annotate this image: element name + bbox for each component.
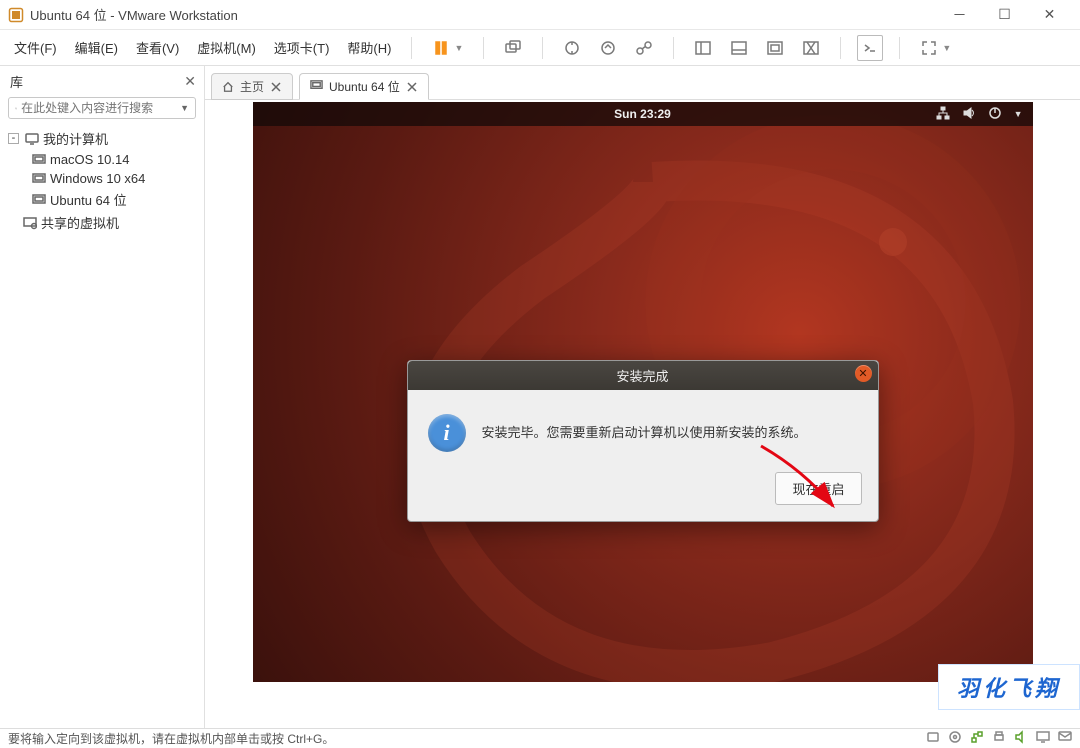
sidebar-search[interactable]: ▼ bbox=[8, 97, 196, 119]
status-cd-icon[interactable] bbox=[948, 730, 962, 747]
status-bar: 要将输入定向到该虚拟机，请在虚拟机内部单击或按 Ctrl+G。 bbox=[0, 728, 1080, 748]
status-display-icon[interactable] bbox=[1036, 730, 1050, 747]
sidebar-title: 库 bbox=[10, 72, 184, 91]
status-network-icon[interactable] bbox=[970, 730, 984, 747]
status-message-icon[interactable] bbox=[1058, 730, 1072, 747]
power-icon[interactable] bbox=[988, 106, 1002, 123]
tab-vm-ubuntu[interactable]: Ubuntu 64 位 bbox=[299, 73, 429, 100]
tree-vm-macos[interactable]: macOS 10.14 bbox=[4, 150, 200, 169]
window-maximize-button[interactable]: ☐ bbox=[982, 1, 1027, 29]
search-dropdown-icon[interactable]: ▼ bbox=[180, 103, 189, 113]
home-icon bbox=[222, 81, 234, 93]
collapse-icon[interactable]: - bbox=[8, 133, 19, 144]
manage-snapshots-icon[interactable] bbox=[631, 35, 657, 61]
dialog-message: 安装完毕。您需要重新启动计算机以使用新安装的系统。 bbox=[482, 414, 807, 441]
tree-my-computer-label: 我的计算机 bbox=[43, 129, 108, 148]
restart-now-button[interactable]: 现在重启 bbox=[775, 472, 861, 505]
tree-vm-ubuntu[interactable]: Ubuntu 64 位 bbox=[4, 188, 200, 211]
send-ctrl-alt-del-icon[interactable] bbox=[500, 35, 526, 61]
quick-switch-icon[interactable] bbox=[726, 35, 752, 61]
monitor-icon bbox=[25, 132, 39, 146]
thumbnail-icon[interactable] bbox=[798, 35, 824, 61]
menu-tabs[interactable]: 选项卡(T) bbox=[270, 34, 334, 61]
ubuntu-top-bar: Sun 23:29 ▼ bbox=[253, 102, 1033, 126]
window-minimize-button[interactable]: － bbox=[937, 1, 982, 29]
tab-home-label: 主页 bbox=[240, 78, 264, 95]
vm-icon bbox=[32, 193, 46, 207]
ubuntu-clock: Sun 23:29 bbox=[614, 107, 671, 121]
menu-bar: 文件(F) 编辑(E) 查看(V) 虚拟机(M) 选项卡(T) 帮助(H) ▼ … bbox=[0, 30, 1080, 66]
menu-file[interactable]: 文件(F) bbox=[10, 34, 61, 61]
window-close-button[interactable]: ✕ bbox=[1027, 1, 1072, 29]
watermark-corner: 羽化飞翔 bbox=[938, 664, 1080, 710]
volume-icon[interactable] bbox=[962, 106, 976, 123]
tab-home[interactable]: 主页 bbox=[211, 73, 293, 100]
vm-display-area[interactable]: Sun 23:29 ▼ 羽化飞翔 安装完成 ✕ bbox=[205, 100, 1080, 728]
menu-vm[interactable]: 虚拟机(M) bbox=[193, 34, 260, 61]
chevron-down-icon[interactable]: ▼ bbox=[1014, 109, 1023, 119]
pause-dropdown-icon[interactable]: ▼ bbox=[454, 43, 463, 53]
tree-shared-label: 共享的虚拟机 bbox=[41, 213, 119, 232]
sidebar-close-button[interactable]: ✕ bbox=[184, 73, 196, 90]
network-icon[interactable] bbox=[936, 106, 950, 123]
tree-vm-label: Windows 10 x64 bbox=[50, 171, 145, 186]
search-input[interactable] bbox=[21, 101, 176, 115]
tree-shared-vms[interactable]: 共享的虚拟机 bbox=[4, 211, 200, 234]
shared-icon bbox=[23, 216, 37, 230]
menu-edit[interactable]: 编辑(E) bbox=[71, 34, 122, 61]
search-icon bbox=[15, 102, 17, 115]
window-title: Ubuntu 64 位 - VMware Workstation bbox=[30, 5, 937, 24]
install-complete-dialog: 安装完成 ✕ i 安装完毕。您需要重新启动计算机以使用新安装的系统。 现在重启 bbox=[407, 360, 879, 522]
fullscreen-dropdown-icon[interactable]: ▼ bbox=[942, 43, 951, 53]
vm-tab-icon bbox=[310, 79, 323, 95]
menu-help[interactable]: 帮助(H) bbox=[343, 34, 395, 61]
dialog-titlebar[interactable]: 安装完成 ✕ bbox=[408, 361, 878, 390]
tree-vm-label: Ubuntu 64 位 bbox=[50, 190, 127, 209]
fullscreen-icon[interactable] bbox=[916, 35, 942, 61]
tab-vm-label: Ubuntu 64 位 bbox=[329, 78, 400, 95]
status-sound-icon[interactable] bbox=[1014, 730, 1028, 747]
tree-vm-label: macOS 10.14 bbox=[50, 152, 130, 167]
console-icon[interactable] bbox=[857, 35, 883, 61]
vm-icon bbox=[32, 153, 46, 167]
dialog-close-button[interactable]: ✕ bbox=[855, 365, 872, 382]
tree-vm-windows[interactable]: Windows 10 x64 bbox=[4, 169, 200, 188]
snapshot-icon[interactable] bbox=[559, 35, 585, 61]
info-icon: i bbox=[428, 414, 466, 452]
pause-icon[interactable] bbox=[428, 35, 454, 61]
status-printer-icon[interactable] bbox=[992, 730, 1006, 747]
status-text: 要将输入定向到该虚拟机，请在虚拟机内部单击或按 Ctrl+G。 bbox=[8, 730, 334, 747]
unity-icon[interactable] bbox=[762, 35, 788, 61]
sidebar: 库 ✕ ▼ - 我的计算机 macOS 10.14 Windows 10 x64 bbox=[0, 66, 205, 728]
tab-bar: 主页 Ubuntu 64 位 bbox=[205, 66, 1080, 100]
dialog-title: 安装完成 bbox=[616, 369, 668, 384]
status-disk-icon[interactable] bbox=[926, 730, 940, 747]
menu-view[interactable]: 查看(V) bbox=[132, 34, 183, 61]
tab-close-icon[interactable] bbox=[406, 81, 418, 93]
vm-icon bbox=[32, 172, 46, 186]
single-window-icon[interactable] bbox=[690, 35, 716, 61]
tree-my-computer[interactable]: - 我的计算机 bbox=[4, 127, 200, 150]
window-titlebar: Ubuntu 64 位 - VMware Workstation － ☐ ✕ bbox=[0, 0, 1080, 30]
app-logo-icon bbox=[8, 7, 24, 23]
tab-close-icon[interactable] bbox=[270, 81, 282, 93]
revert-icon[interactable] bbox=[595, 35, 621, 61]
vm-screen[interactable]: Sun 23:29 ▼ 羽化飞翔 安装完成 ✕ bbox=[253, 102, 1033, 682]
